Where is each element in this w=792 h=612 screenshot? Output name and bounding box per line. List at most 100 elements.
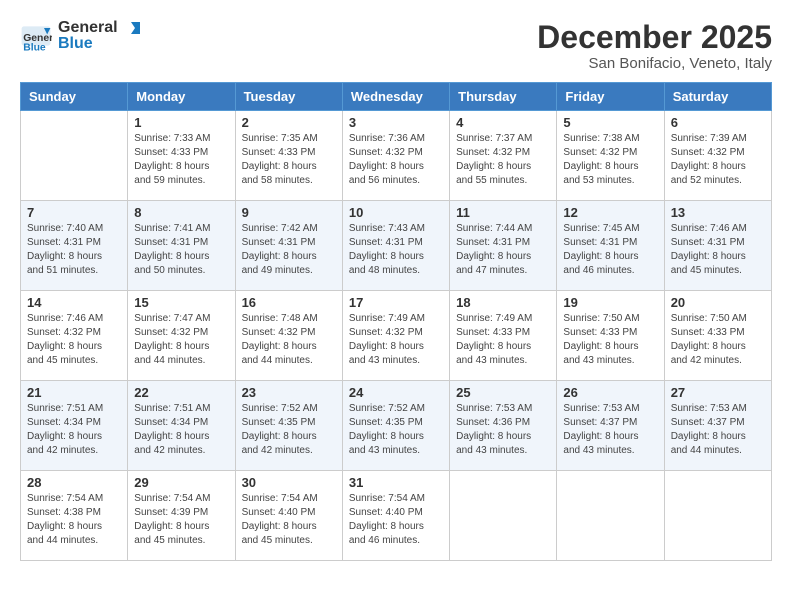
col-header-monday: Monday [128, 83, 235, 111]
day-number: 18 [456, 295, 550, 310]
day-info: Sunrise: 7:38 AMSunset: 4:32 PMDaylight:… [563, 132, 657, 188]
week-row-3: 14 Sunrise: 7:46 AMSunset: 4:32 PMDayligh… [21, 291, 772, 381]
day-number: 22 [134, 385, 228, 400]
day-cell: 6 Sunrise: 7:39 AMSunset: 4:32 PMDaylight… [664, 111, 771, 201]
day-number: 30 [242, 475, 336, 490]
day-cell: 11 Sunrise: 7:44 AMSunset: 4:31 PMDayligh… [450, 201, 557, 291]
day-info: Sunrise: 7:54 AMSunset: 4:39 PMDaylight:… [134, 492, 228, 548]
day-cell: 22 Sunrise: 7:51 AMSunset: 4:34 PMDayligh… [128, 381, 235, 471]
day-number: 20 [671, 295, 765, 310]
day-info: Sunrise: 7:45 AMSunset: 4:31 PMDaylight:… [563, 222, 657, 278]
day-info: Sunrise: 7:46 AMSunset: 4:31 PMDaylight:… [671, 222, 765, 278]
day-cell: 3 Sunrise: 7:36 AMSunset: 4:32 PMDaylight… [342, 111, 449, 201]
day-info: Sunrise: 7:35 AMSunset: 4:33 PMDaylight:… [242, 132, 336, 188]
day-number: 29 [134, 475, 228, 490]
day-cell: 13 Sunrise: 7:46 AMSunset: 4:31 PMDayligh… [664, 201, 771, 291]
day-number: 25 [456, 385, 550, 400]
col-header-thursday: Thursday [450, 83, 557, 111]
day-number: 4 [456, 115, 550, 130]
logo: General Blue General Blue [20, 20, 141, 52]
week-row-2: 7Sunrise: 7:40 AMSunset: 4:31 PMDaylight… [21, 201, 772, 291]
day-number: 6 [671, 115, 765, 130]
week-row-4: 21 Sunrise: 7:51 AMSunset: 4:34 PMDayligh… [21, 381, 772, 471]
day-info: Sunrise: 7:53 AMSunset: 4:36 PMDaylight:… [456, 402, 550, 458]
logo-icon: General Blue [20, 20, 52, 52]
day-cell: 19 Sunrise: 7:50 AMSunset: 4:33 PMDayligh… [557, 291, 664, 381]
day-cell: 15 Sunrise: 7:47 AMSunset: 4:32 PMDayligh… [128, 291, 235, 381]
day-cell: 28Sunrise: 7:54 AMSunset: 4:38 PMDayligh… [21, 471, 128, 561]
day-info: Sunrise: 7:42 AMSunset: 4:31 PMDaylight:… [242, 222, 336, 278]
day-info: Sunrise: 7:44 AMSunset: 4:31 PMDaylight:… [456, 222, 550, 278]
week-row-1: 1Sunrise: 7:33 AMSunset: 4:33 PMDaylight… [21, 111, 772, 201]
page-header: General Blue General Blue December 2025 … [20, 20, 772, 72]
day-number: 3 [349, 115, 443, 130]
day-number: 15 [134, 295, 228, 310]
day-number: 12 [563, 205, 657, 220]
day-number: 5 [563, 115, 657, 130]
day-number: 27 [671, 385, 765, 400]
day-cell: 4 Sunrise: 7:37 AMSunset: 4:32 PMDaylight… [450, 111, 557, 201]
day-info: Sunrise: 7:54 AMSunset: 4:40 PMDaylight:… [242, 492, 336, 548]
logo-text-general: General [58, 20, 141, 36]
day-cell [557, 471, 664, 561]
day-number: 10 [349, 205, 443, 220]
day-cell: 1Sunrise: 7:33 AMSunset: 4:33 PMDaylight… [128, 111, 235, 201]
col-header-sunday: Sunday [21, 83, 128, 111]
day-number: 8 [134, 205, 228, 220]
day-number: 13 [671, 205, 765, 220]
day-number: 11 [456, 205, 550, 220]
day-cell: 24Sunrise: 7:52 AMSunset: 4:35 PMDayligh… [342, 381, 449, 471]
day-number: 7 [27, 205, 121, 220]
day-number: 2 [242, 115, 336, 130]
day-cell: 7Sunrise: 7:40 AMSunset: 4:31 PMDaylight… [21, 201, 128, 291]
day-cell: 30 Sunrise: 7:54 AMSunset: 4:40 PMDayligh… [235, 471, 342, 561]
day-info: Sunrise: 7:39 AMSunset: 4:32 PMDaylight:… [671, 132, 765, 188]
day-info: Sunrise: 7:52 AMSunset: 4:35 PMDaylight:… [349, 402, 443, 458]
title-area: December 2025 San Bonifacio, Veneto, Ita… [537, 20, 772, 72]
day-number: 21 [27, 385, 121, 400]
calendar-table: SundayMondayTuesdayWednesdayThursdayFrid… [20, 82, 772, 561]
day-info: Sunrise: 7:36 AMSunset: 4:32 PMDaylight:… [349, 132, 443, 188]
day-number: 1 [134, 115, 228, 130]
day-info: Sunrise: 7:49 AMSunset: 4:33 PMDaylight:… [456, 312, 550, 368]
day-info: Sunrise: 7:48 AMSunset: 4:32 PMDaylight:… [242, 312, 336, 368]
day-info: Sunrise: 7:50 AMSunset: 4:33 PMDaylight:… [671, 312, 765, 368]
day-info: Sunrise: 7:47 AMSunset: 4:32 PMDaylight:… [134, 312, 228, 368]
day-number: 14 [27, 295, 121, 310]
day-cell: 31 Sunrise: 7:54 AMSunset: 4:40 PMDayligh… [342, 471, 449, 561]
logo-text-blue: Blue [58, 36, 141, 52]
day-cell: 12 Sunrise: 7:45 AMSunset: 4:31 PMDayligh… [557, 201, 664, 291]
day-info: Sunrise: 7:37 AMSunset: 4:32 PMDaylight:… [456, 132, 550, 188]
day-cell: 25 Sunrise: 7:53 AMSunset: 4:36 PMDayligh… [450, 381, 557, 471]
month-title: December 2025 [537, 20, 772, 55]
day-cell: 21 Sunrise: 7:51 AMSunset: 4:34 PMDayligh… [21, 381, 128, 471]
day-info: Sunrise: 7:46 AMSunset: 4:32 PMDaylight:… [27, 312, 121, 368]
day-info: Sunrise: 7:43 AMSunset: 4:31 PMDaylight:… [349, 222, 443, 278]
col-header-wednesday: Wednesday [342, 83, 449, 111]
day-cell: 23Sunrise: 7:52 AMSunset: 4:35 PMDayligh… [235, 381, 342, 471]
week-row-5: 28Sunrise: 7:54 AMSunset: 4:38 PMDayligh… [21, 471, 772, 561]
day-cell: 8Sunrise: 7:41 AMSunset: 4:31 PMDaylight… [128, 201, 235, 291]
day-info: Sunrise: 7:51 AMSunset: 4:34 PMDaylight:… [134, 402, 228, 458]
day-number: 31 [349, 475, 443, 490]
day-number: 16 [242, 295, 336, 310]
day-cell: 5 Sunrise: 7:38 AMSunset: 4:32 PMDaylight… [557, 111, 664, 201]
day-info: Sunrise: 7:54 AMSunset: 4:40 PMDaylight:… [349, 492, 443, 548]
day-info: Sunrise: 7:49 AMSunset: 4:32 PMDaylight:… [349, 312, 443, 368]
day-number: 26 [563, 385, 657, 400]
day-number: 23 [242, 385, 336, 400]
day-cell: 26Sunrise: 7:53 AMSunset: 4:37 PMDayligh… [557, 381, 664, 471]
location-subtitle: San Bonifacio, Veneto, Italy [537, 55, 772, 72]
day-cell [664, 471, 771, 561]
day-info: Sunrise: 7:53 AMSunset: 4:37 PMDaylight:… [671, 402, 765, 458]
day-cell: 10 Sunrise: 7:43 AMSunset: 4:31 PMDayligh… [342, 201, 449, 291]
day-number: 19 [563, 295, 657, 310]
day-cell: 18 Sunrise: 7:49 AMSunset: 4:33 PMDayligh… [450, 291, 557, 381]
svg-text:Blue: Blue [23, 42, 46, 52]
day-cell [450, 471, 557, 561]
day-cell: 16 Sunrise: 7:48 AMSunset: 4:32 PMDayligh… [235, 291, 342, 381]
day-info: Sunrise: 7:50 AMSunset: 4:33 PMDaylight:… [563, 312, 657, 368]
day-cell: 27 Sunrise: 7:53 AMSunset: 4:37 PMDayligh… [664, 381, 771, 471]
day-info: Sunrise: 7:51 AMSunset: 4:34 PMDaylight:… [27, 402, 121, 458]
col-header-tuesday: Tuesday [235, 83, 342, 111]
